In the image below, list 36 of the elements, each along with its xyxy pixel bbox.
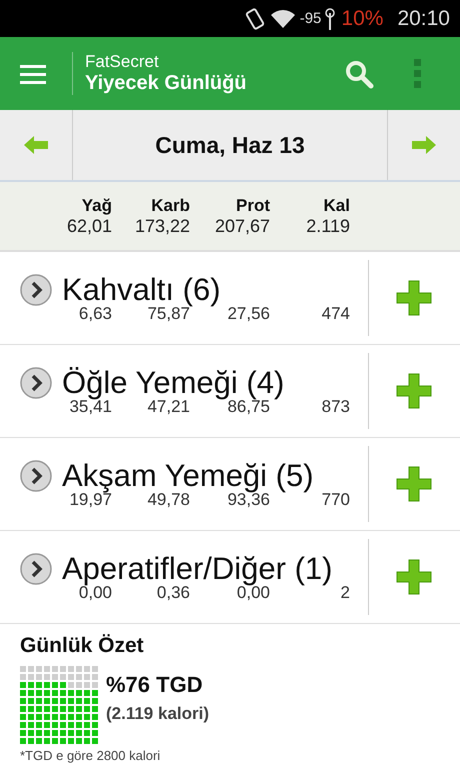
- plus-icon: [396, 373, 432, 409]
- battery-level: 10%: [341, 6, 384, 30]
- clock: 20:10: [397, 6, 450, 30]
- meal-value: 873: [320, 397, 350, 417]
- plus-icon: [396, 280, 432, 316]
- summary-title: Günlük Özet: [20, 634, 145, 658]
- meal-value: 2: [340, 583, 350, 603]
- phone-vibrate-icon: [244, 6, 266, 30]
- arrow-right-icon: [411, 135, 437, 155]
- total-value: 62,01: [66, 216, 112, 236]
- screen-title: Yiyecek Günlüğü: [85, 72, 248, 95]
- antenna-icon: [325, 6, 336, 30]
- expand-button[interactable]: [19, 552, 53, 586]
- expand-button[interactable]: [19, 459, 53, 493]
- app-name: FatSecret: [85, 52, 160, 72]
- plus-icon: [396, 466, 432, 502]
- expand-button[interactable]: [19, 273, 53, 307]
- wifi-icon: [270, 8, 296, 28]
- meal-value: 474: [320, 304, 350, 324]
- percent-label: %76 TGD: [106, 672, 204, 698]
- total-value: 2.119: [305, 216, 350, 236]
- signal-reading: -95: [300, 10, 322, 27]
- column-heading: Yağ: [80, 196, 112, 216]
- column-heading: Karb: [150, 196, 190, 216]
- total-value: 173,22: [134, 216, 190, 236]
- expand-button[interactable]: [19, 366, 53, 400]
- column-heading: Kal: [322, 196, 350, 216]
- column-heading: Prot: [235, 196, 270, 216]
- meal-value: 27,56: [226, 304, 270, 324]
- footnote: *TGD e göre 2800 kalori: [20, 748, 162, 763]
- arrow-left-icon: [23, 135, 49, 155]
- total-value: 207,67: [214, 216, 270, 236]
- date-label: Cuma, Haz 13: [154, 132, 306, 158]
- meal-value: 770: [320, 490, 350, 510]
- plus-icon: [396, 559, 432, 595]
- calories-label: (2.119 kalori): [106, 704, 210, 724]
